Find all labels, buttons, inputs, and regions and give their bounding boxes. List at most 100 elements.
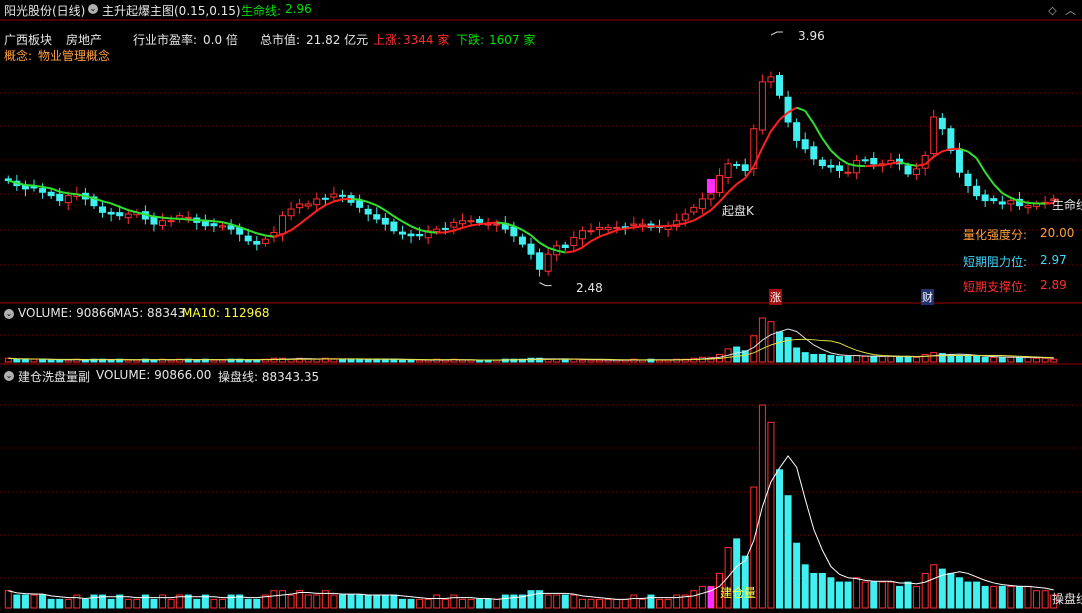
volume-bar (921, 354, 929, 363)
sub-volume-bar (827, 577, 835, 609)
candle (278, 215, 286, 235)
volume-bar (801, 352, 809, 363)
sub-volume-bar (844, 581, 852, 609)
life-line-segment (188, 218, 197, 222)
candle (150, 216, 158, 225)
volume-bar (356, 358, 364, 363)
sub-volume-bar (810, 572, 818, 609)
life-line-segment (488, 221, 497, 225)
candle (261, 238, 269, 244)
volume-bar (870, 355, 878, 363)
sub-volume-bar (1033, 590, 1041, 609)
life-line-segment (324, 200, 335, 207)
candle (510, 226, 518, 237)
candle (733, 164, 741, 167)
candle (827, 165, 835, 168)
sub-volume-bar (1015, 585, 1023, 609)
life-line-segment (581, 240, 592, 249)
life-line-segment (633, 225, 643, 229)
candle (107, 211, 115, 215)
life-line-segment (821, 137, 832, 152)
subpanel-collapse-icon[interactable]: ⌄ (4, 371, 14, 381)
candle (313, 198, 321, 206)
sub-volume-bar (638, 598, 646, 609)
volume-collapse-icon[interactable]: ⌄ (4, 309, 14, 319)
sub-volume-bar (64, 598, 72, 609)
life-line-segment (804, 110, 815, 125)
candle (210, 223, 218, 227)
sub-volume-bar (253, 598, 261, 609)
volume-bar (124, 359, 132, 363)
cai-tag[interactable]: 财 (921, 289, 934, 305)
volume-ma5: MA5: 88343 (113, 306, 186, 320)
life-line-segment (25, 184, 35, 187)
volume-bar (398, 359, 406, 363)
sub-volume-bar (955, 577, 963, 609)
candle (244, 235, 252, 242)
life-line-segment (761, 130, 772, 149)
volume-bar (338, 358, 346, 363)
sub-volume-bar (30, 594, 38, 609)
sub-volume-bar (167, 598, 175, 609)
sub-volume-bar (304, 594, 312, 609)
zhang-tag[interactable]: 涨 (769, 289, 782, 305)
candle (458, 220, 466, 225)
candle (30, 186, 38, 189)
candle (998, 201, 1006, 205)
volume-bar (330, 358, 338, 363)
candle (527, 243, 535, 255)
score-label: 量化强度分: (963, 228, 1028, 242)
candle (913, 168, 921, 176)
life-line-segment (333, 198, 343, 203)
life-line-segment (119, 205, 129, 212)
sub-volume-bar (81, 598, 89, 609)
life-line-segment (1001, 192, 1012, 199)
candle (364, 208, 372, 215)
sub-volume-bar (270, 590, 278, 609)
life-line-segment (33, 184, 43, 188)
candle (356, 200, 364, 208)
life-line-segment (453, 227, 463, 232)
volume-bar (30, 358, 38, 363)
candle (219, 225, 227, 228)
resistance-value: 2.97 (1040, 253, 1067, 267)
sub-volume-bar (835, 581, 843, 609)
sub-volume-bar (870, 581, 878, 609)
sub-volume-bar (407, 598, 415, 609)
candle (39, 188, 47, 193)
sub-volume-bar (604, 598, 612, 609)
volume-bar (835, 355, 843, 363)
candle (330, 193, 338, 198)
candle (981, 194, 989, 202)
candle (716, 175, 724, 194)
candle (167, 220, 175, 223)
sub-volume-bar (56, 598, 64, 609)
life-line-segment (830, 149, 841, 160)
volume-bar (895, 356, 903, 363)
score-value: 20.00 (1040, 226, 1075, 240)
volume-bar (596, 359, 604, 363)
volume-bar (861, 355, 869, 363)
sub-volume-bar (818, 572, 826, 609)
sub-volume-bar (853, 577, 861, 609)
volume-bar (39, 358, 47, 363)
sub-volume-bar (493, 598, 501, 609)
low-marker (539, 282, 552, 287)
sub-volume-bar (467, 598, 475, 609)
life-line-segment (907, 163, 917, 167)
candle (964, 173, 972, 187)
volume-ma10: MA10: 112968 (182, 306, 270, 320)
candle (707, 193, 715, 200)
life-line-segment (942, 148, 952, 153)
candle (604, 226, 612, 230)
candle (870, 157, 878, 165)
candle (724, 163, 732, 179)
life-line-segment (530, 234, 541, 244)
volume-bar (193, 359, 201, 363)
sub-volume-bar (476, 598, 484, 609)
candle (767, 76, 775, 83)
volume-bar (13, 358, 21, 363)
volume-bar (844, 355, 852, 363)
candle (159, 220, 167, 226)
candle (467, 220, 475, 223)
